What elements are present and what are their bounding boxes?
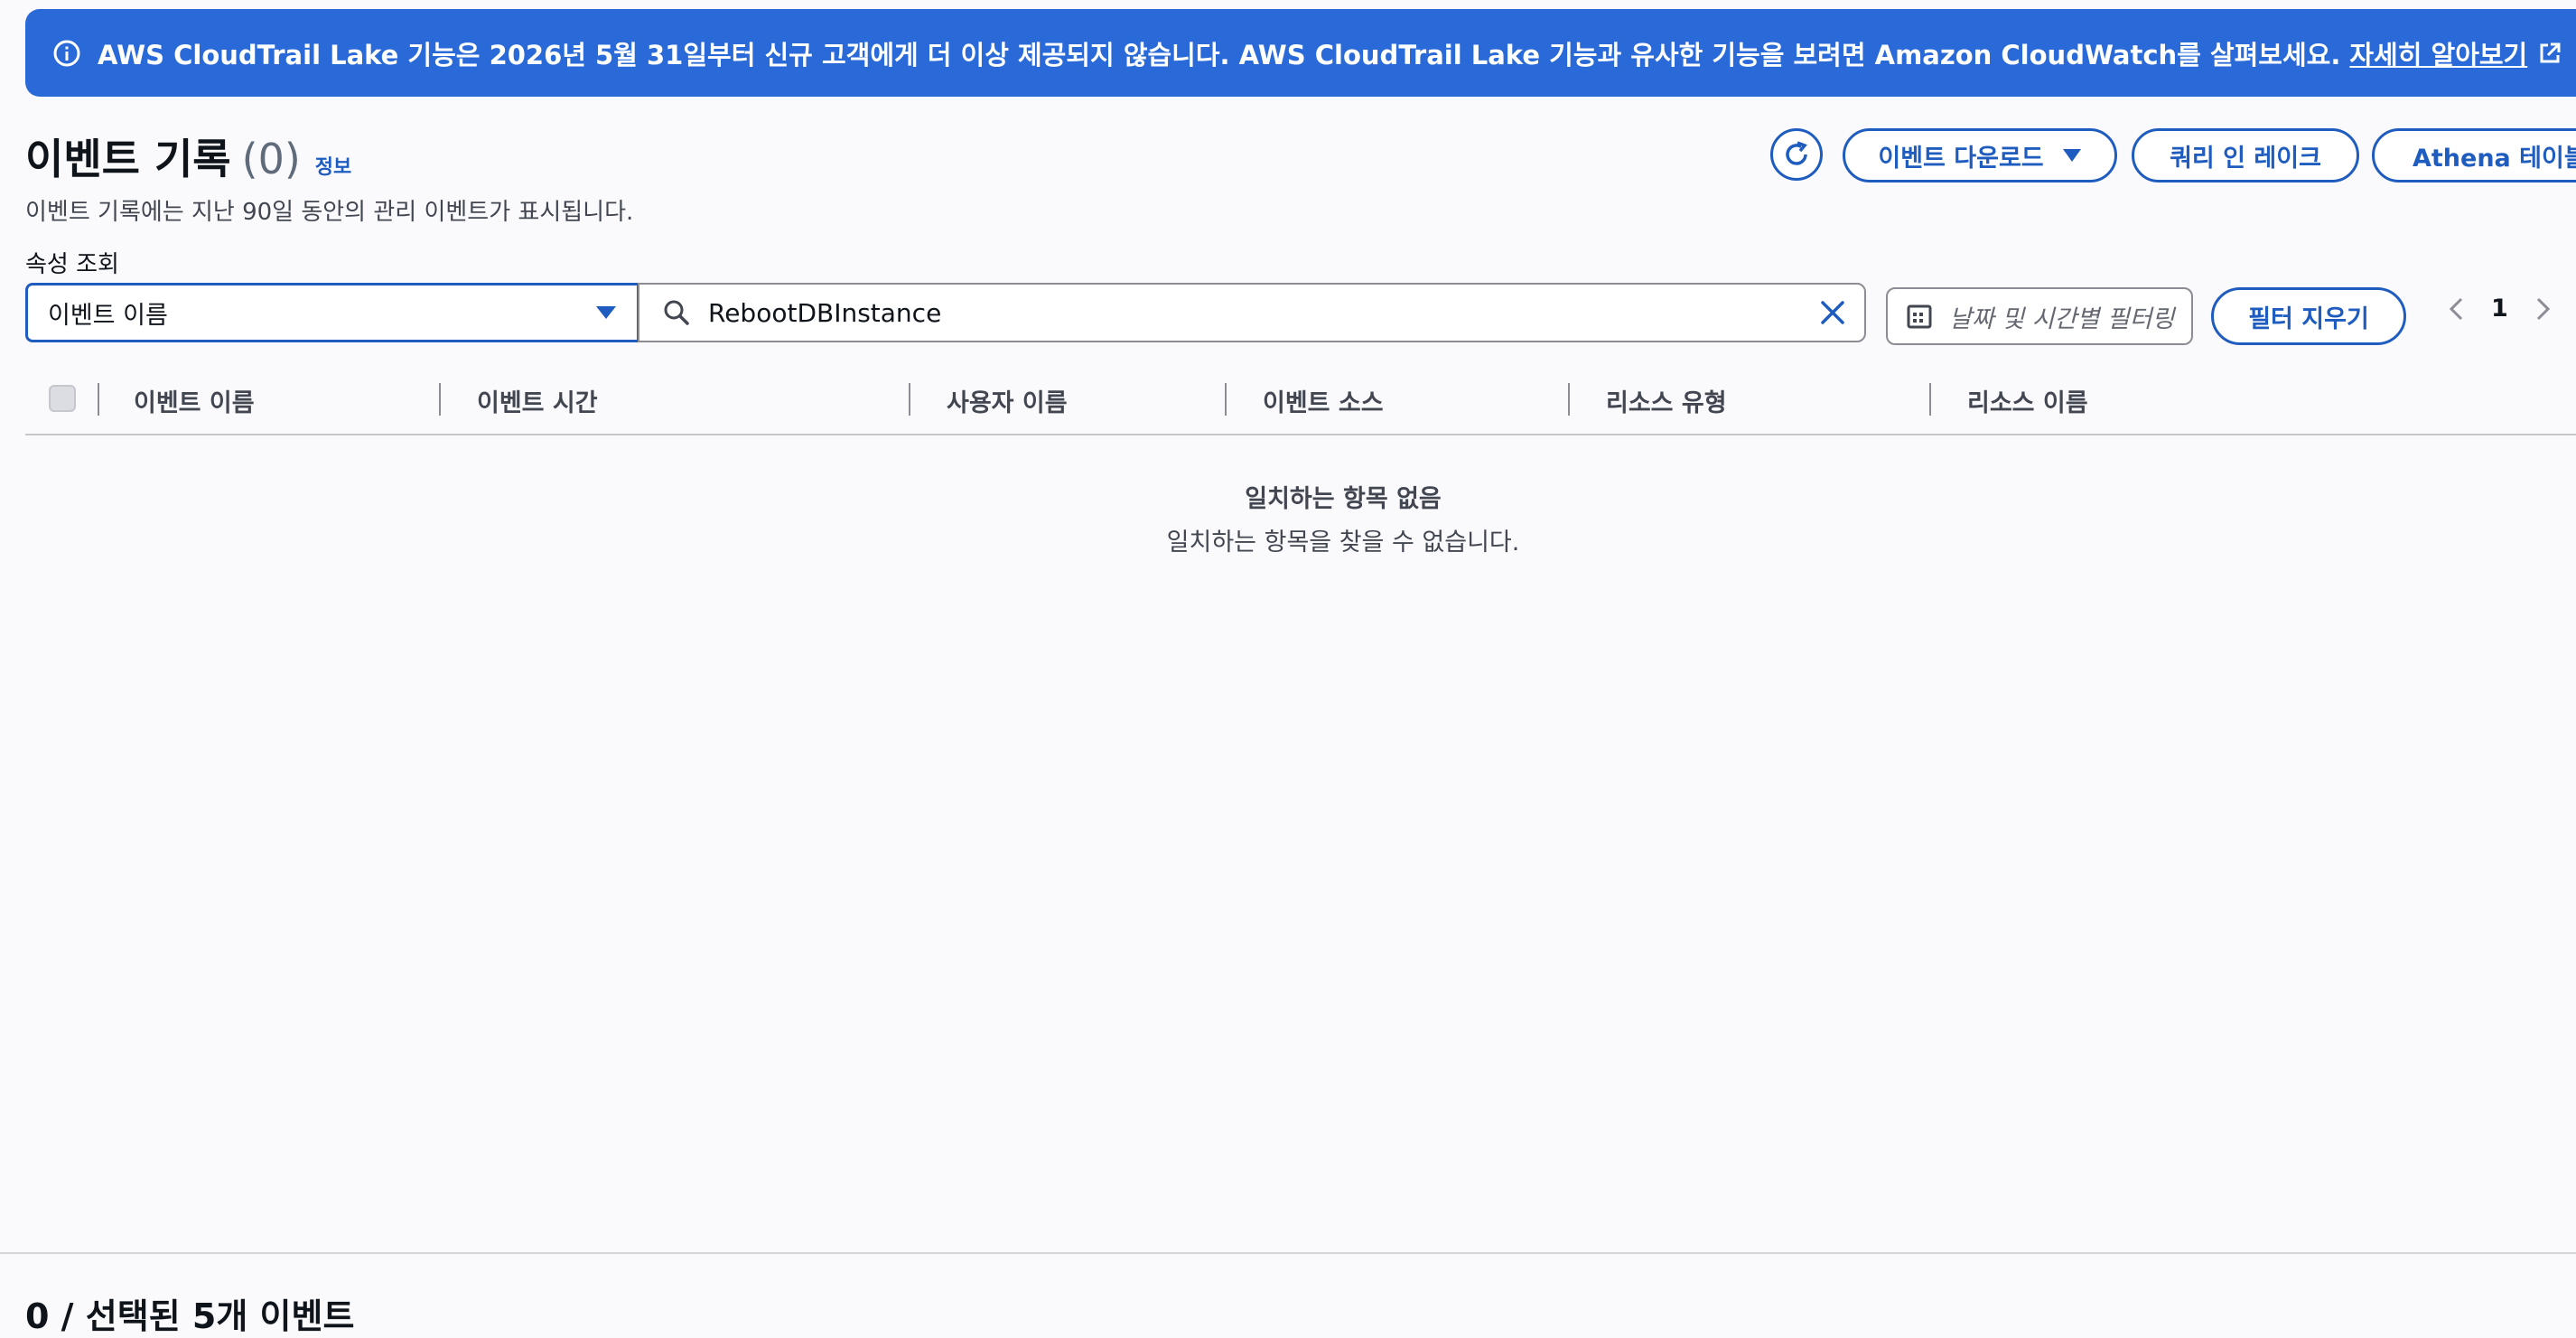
search-input[interactable] xyxy=(706,296,1819,329)
caret-down-icon xyxy=(595,305,617,320)
caret-down-icon xyxy=(2062,148,2082,163)
column-divider[interactable] xyxy=(98,383,99,416)
external-link-icon[interactable] xyxy=(2538,42,2562,65)
query-in-lake-button[interactable]: 쿼리 인 레이크 xyxy=(2132,128,2359,182)
download-events-label: 이벤트 다운로드 xyxy=(1878,144,2044,173)
download-events-button[interactable]: 이벤트 다운로드 xyxy=(1843,128,2117,182)
column-header-event-time[interactable]: 이벤트 시간 xyxy=(477,383,598,418)
info-icon xyxy=(52,39,81,68)
column-divider[interactable] xyxy=(439,383,441,416)
column-header-event-name[interactable]: 이벤트 이름 xyxy=(134,383,255,418)
page-header: 이벤트 기록 (0) 정보 xyxy=(25,126,351,186)
banner-message: AWS CloudTrail Lake 기능은 2026년 5월 31일부터 신… xyxy=(98,39,2341,70)
query-in-lake-label: 쿼리 인 레이크 xyxy=(2170,144,2321,173)
date-time-filter[interactable]: 날짜 및 시간별 필터링 xyxy=(1886,287,2193,345)
property-select[interactable]: 이벤트 이름 xyxy=(25,283,639,342)
clear-filters-button[interactable]: 필터 지우기 xyxy=(2211,287,2406,345)
select-all-checkbox[interactable] xyxy=(49,385,76,412)
athena-table-button[interactable]: Athena 테이블 xyxy=(2372,128,2576,182)
page-title: 이벤트 기록 xyxy=(25,135,231,183)
selected-events-title: 0 / 선택된 5개 이벤트 xyxy=(25,1296,355,1336)
current-page-number[interactable]: 1 xyxy=(2491,295,2508,323)
athena-table-label: Athena 테이블 xyxy=(2413,144,2576,173)
property-lookup-label: 속성 조회 xyxy=(25,251,119,278)
info-link[interactable]: 정보 xyxy=(315,151,351,180)
column-divider[interactable] xyxy=(1225,383,1227,416)
pagination: 1 xyxy=(2448,295,2552,323)
chevron-right-icon[interactable] xyxy=(2535,296,2552,322)
column-divider[interactable] xyxy=(1929,383,1931,416)
calendar-icon xyxy=(1906,303,1933,330)
search-icon xyxy=(663,299,690,326)
column-header-event-source[interactable]: 이벤트 소스 xyxy=(1263,383,1384,418)
learn-more-link[interactable]: 자세히 알아보기 xyxy=(2349,34,2527,72)
search-field[interactable] xyxy=(638,283,1866,342)
column-header-resource-name[interactable]: 리소스 이름 xyxy=(1967,383,2088,418)
section-divider xyxy=(0,1252,2576,1254)
empty-state-message: 일치하는 항목을 찾을 수 없습니다. xyxy=(1166,529,1520,557)
column-header-user-name[interactable]: 사용자 이름 xyxy=(947,383,1068,418)
clear-icon[interactable] xyxy=(1819,299,1846,326)
refresh-button[interactable] xyxy=(1770,128,1823,181)
chevron-left-icon[interactable] xyxy=(2448,296,2464,322)
empty-state-title: 일치하는 항목 없음 xyxy=(1245,485,1442,513)
refresh-icon xyxy=(1781,139,1812,170)
event-count: (0) xyxy=(241,135,301,183)
deprecation-banner: AWS CloudTrail Lake 기능은 2026년 5월 31일부터 신… xyxy=(25,9,2576,97)
property-select-value: 이벤트 이름 xyxy=(48,301,168,330)
column-header-resource-type[interactable]: 리소스 유형 xyxy=(1606,383,1727,418)
column-divider[interactable] xyxy=(1568,383,1570,416)
table-header: 이벤트 이름 이벤트 시간 사용자 이름 이벤트 소스 리소스 유형 리소스 이… xyxy=(25,378,2576,435)
date-filter-placeholder: 날짜 및 시간별 필터링 xyxy=(1949,304,2175,333)
page-description: 이벤트 기록에는 지난 90일 동안의 관리 이벤트가 표시됩니다. xyxy=(25,199,634,226)
column-divider[interactable] xyxy=(909,383,910,416)
clear-filters-label: 필터 지우기 xyxy=(2248,304,2369,333)
